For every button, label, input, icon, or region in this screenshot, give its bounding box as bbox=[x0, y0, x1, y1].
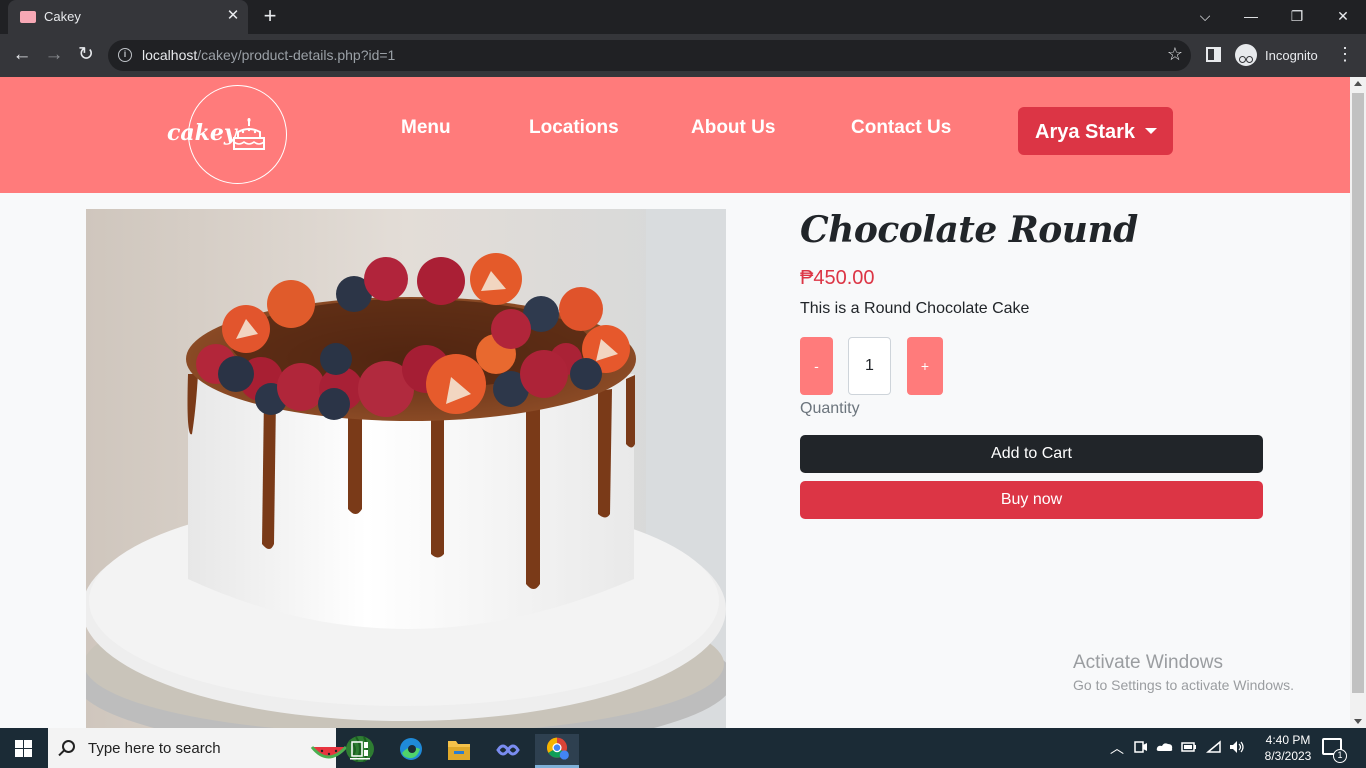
task-view-icon[interactable] bbox=[338, 734, 382, 768]
back-icon[interactable]: ← bbox=[9, 43, 35, 69]
site-info-icon[interactable]: i bbox=[118, 48, 132, 62]
battery-icon[interactable] bbox=[1181, 739, 1197, 755]
user-name: Arya Stark bbox=[1035, 121, 1136, 143]
browser-tab[interactable]: Cakey ✕ bbox=[8, 0, 248, 34]
logo-text: cakey bbox=[167, 120, 237, 146]
add-to-cart-button[interactable]: Add to Cart bbox=[800, 435, 1263, 473]
nav-link-contact-us[interactable]: Contact Us bbox=[851, 117, 951, 139]
site-logo[interactable]: cakey bbox=[167, 85, 287, 184]
tab-search-icon[interactable]: ⌵ bbox=[1182, 0, 1228, 34]
tab-close-icon[interactable]: ✕ bbox=[224, 7, 242, 25]
close-window-button[interactable]: ✕ bbox=[1320, 0, 1366, 34]
windows-taskbar: Type here to search ︿ 4:40 PM 8/3/2023 1 bbox=[0, 728, 1366, 768]
product-price: ₱450.00 bbox=[800, 267, 875, 289]
side-panel-icon[interactable] bbox=[1206, 47, 1221, 62]
buy-now-button[interactable]: Buy now bbox=[800, 481, 1263, 519]
address-bar[interactable]: i localhost/cakey/product-details.php?id… bbox=[108, 40, 1191, 71]
search-icon bbox=[62, 740, 75, 753]
bookmark-star-icon[interactable]: ☆ bbox=[1167, 44, 1183, 65]
page-viewport: cakey Menu Locations About Us Contact Us… bbox=[0, 77, 1350, 728]
nav-link-locations[interactable]: Locations bbox=[529, 117, 619, 139]
browser-toolbar: ← → ↻ i localhost/cakey/product-details.… bbox=[0, 34, 1366, 77]
quantity-decrement-button[interactable]: - bbox=[800, 337, 833, 395]
quantity-input[interactable]: 1 bbox=[848, 337, 891, 395]
url-text: localhost/cakey/product-details.php?id=1 bbox=[142, 47, 396, 63]
scroll-down-icon[interactable] bbox=[1354, 719, 1362, 724]
app-icon[interactable] bbox=[486, 734, 530, 768]
windows-start-icon[interactable] bbox=[15, 740, 32, 757]
user-dropdown-button[interactable]: Arya Stark bbox=[1018, 107, 1173, 155]
chrome-icon[interactable] bbox=[535, 734, 579, 768]
forward-icon[interactable]: → bbox=[41, 43, 67, 69]
volume-icon[interactable] bbox=[1229, 739, 1245, 755]
file-explorer-icon[interactable] bbox=[437, 734, 481, 768]
page-scrollbar[interactable] bbox=[1350, 77, 1366, 728]
product-title: Chocolate Round bbox=[800, 209, 1138, 251]
incognito-icon[interactable] bbox=[1235, 44, 1257, 66]
taskbar-search-placeholder: Type here to search bbox=[88, 740, 221, 757]
new-tab-button[interactable]: + bbox=[258, 5, 282, 29]
scroll-up-icon[interactable] bbox=[1354, 81, 1362, 86]
nav-link-menu[interactable]: Menu bbox=[401, 117, 451, 139]
site-navbar: cakey Menu Locations About Us Contact Us… bbox=[0, 77, 1350, 193]
onedrive-icon[interactable] bbox=[1156, 739, 1174, 755]
tray-overflow-icon[interactable]: ︿ bbox=[1110, 739, 1124, 757]
browser-tab-strip: Cakey ✕ + ⌵ — ❐ ✕ bbox=[0, 0, 1366, 34]
clock-time: 4:40 PM bbox=[1265, 733, 1311, 747]
meet-now-icon[interactable] bbox=[1134, 739, 1148, 755]
minimize-button[interactable]: — bbox=[1228, 0, 1274, 34]
notification-count-badge: 1 bbox=[1333, 749, 1347, 763]
clock-date: 8/3/2023 bbox=[1264, 749, 1312, 763]
cake-logo-icon bbox=[233, 118, 265, 150]
favicon-icon bbox=[20, 11, 36, 23]
edge-icon[interactable] bbox=[389, 734, 433, 768]
reload-icon[interactable]: ↻ bbox=[73, 43, 99, 69]
caret-down-icon bbox=[1145, 128, 1157, 134]
quantity-label: Quantity bbox=[800, 400, 860, 417]
tab-title: Cakey bbox=[44, 9, 81, 24]
restore-button[interactable]: ❐ bbox=[1274, 0, 1320, 34]
wifi-icon[interactable] bbox=[1206, 739, 1222, 755]
product-description: This is a Round Chocolate Cake bbox=[800, 300, 1030, 317]
system-clock[interactable]: 4:40 PM 8/3/2023 bbox=[1258, 732, 1318, 764]
quantity-increment-button[interactable]: + bbox=[907, 337, 943, 395]
scroll-thumb[interactable] bbox=[1352, 93, 1364, 693]
incognito-label[interactable]: Incognito bbox=[1265, 48, 1318, 63]
activate-windows-subtitle: Go to Settings to activate Windows. bbox=[1073, 677, 1294, 693]
taskbar-search-box[interactable]: Type here to search bbox=[48, 728, 374, 768]
activate-windows-title: Activate Windows bbox=[1073, 652, 1223, 673]
product-image bbox=[86, 209, 726, 728]
nav-link-about-us[interactable]: About Us bbox=[691, 117, 775, 139]
browser-menu-icon[interactable]: ⋮ bbox=[1336, 44, 1354, 64]
